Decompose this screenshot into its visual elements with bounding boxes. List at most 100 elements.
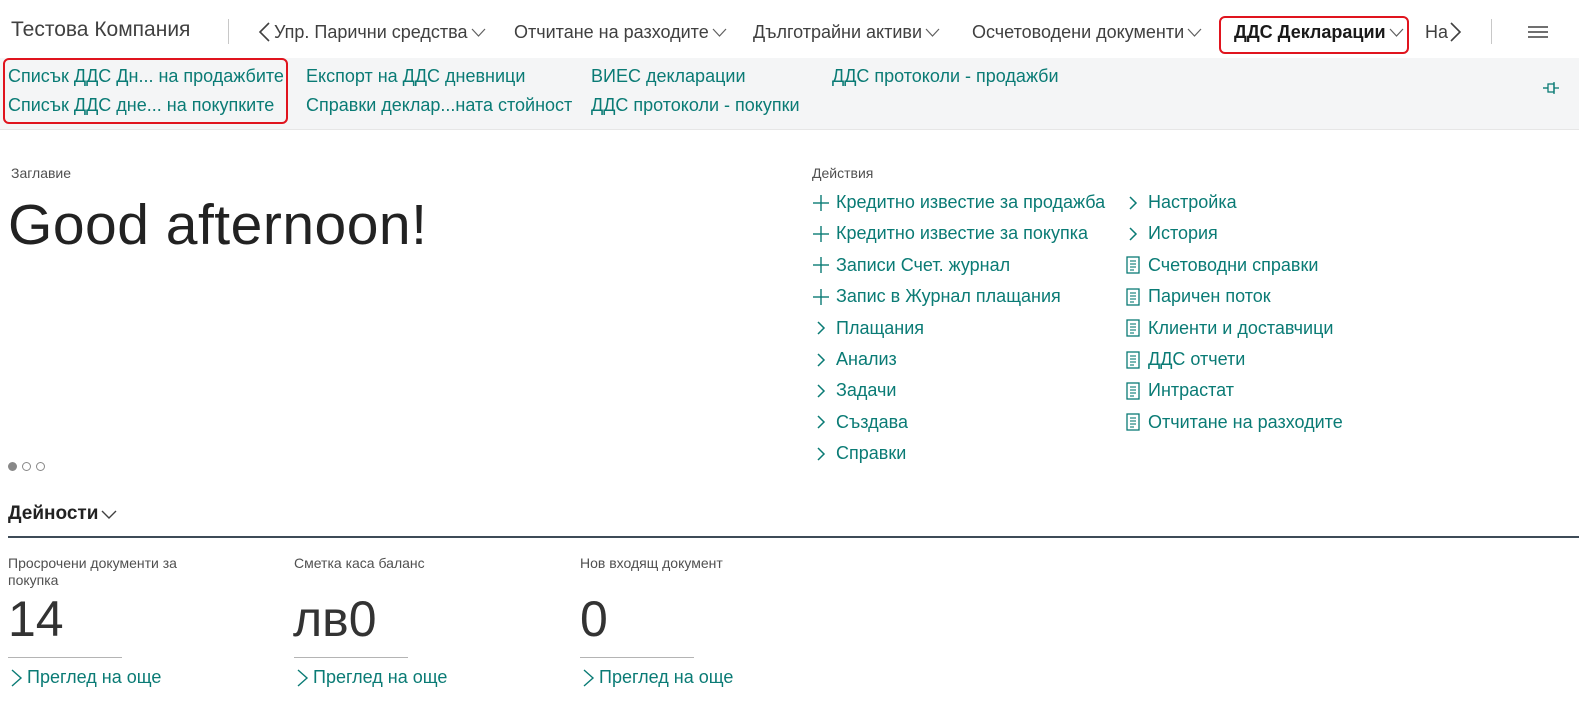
- action-item[interactable]: Записи Счет. журнал: [812, 255, 1010, 276]
- actions-caption: Действия: [812, 165, 874, 181]
- chevron-down-icon: [471, 28, 485, 37]
- company-name[interactable]: Тестова Компания: [11, 18, 190, 42]
- greeting-text: Good afternoon!: [8, 193, 428, 257]
- action-item[interactable]: Задачи: [812, 380, 896, 401]
- cue-value[interactable]: лв0: [293, 590, 377, 648]
- action-item[interactable]: ДДС отчети: [1124, 349, 1245, 370]
- chevron-right-icon: [817, 447, 826, 461]
- action-item[interactable]: Създава: [812, 412, 908, 433]
- action-label: Интрастат: [1148, 380, 1235, 401]
- link-vat-protocols-sales[interactable]: ДДС протоколи - продажби: [832, 66, 1059, 87]
- link-declaration-reports[interactable]: Справки деклар...ната стойност: [306, 95, 572, 116]
- action-item[interactable]: Кредитно известие за покупка: [812, 223, 1088, 244]
- top-navigation-bar: Тестова Компания Упр. Парични средства О…: [0, 0, 1579, 58]
- cue-divider: [8, 657, 122, 658]
- nav-divider: [228, 19, 229, 44]
- action-label: Паричен поток: [1148, 286, 1271, 307]
- cue-divider: [294, 657, 408, 658]
- cue-value[interactable]: 14: [8, 590, 64, 648]
- action-label: Справки: [836, 443, 907, 464]
- chevron-down-icon: [925, 28, 940, 37]
- action-item[interactable]: Настройка: [1124, 192, 1237, 213]
- chevron-right-icon: [817, 384, 826, 398]
- view-more-label: Преглед на още: [313, 667, 448, 687]
- carousel-dots[interactable]: [8, 462, 45, 471]
- section-divider: [8, 536, 1579, 538]
- report-icon: [1126, 350, 1140, 369]
- chevron-right-icon: [1129, 227, 1138, 241]
- nav-item-cash-management[interactable]: Упр. Парични средства: [274, 22, 486, 43]
- action-item[interactable]: Паричен поток: [1124, 286, 1271, 307]
- chevron-down-icon: [101, 510, 117, 519]
- action-label: Плащания: [836, 317, 925, 338]
- carousel-dot[interactable]: [22, 462, 31, 471]
- chevron-right-icon[interactable]: [1446, 21, 1464, 43]
- cue-value[interactable]: 0: [580, 590, 608, 648]
- action-item[interactable]: Запис в Журнал плащания: [812, 286, 1061, 307]
- action-item[interactable]: Отчитане на разходите: [1124, 412, 1343, 433]
- action-label: История: [1148, 223, 1218, 244]
- chevron-left-icon[interactable]: [256, 21, 274, 43]
- nav-item-label: Отчитане на разходите: [514, 22, 709, 42]
- action-item[interactable]: Анализ: [812, 349, 897, 370]
- cue-label: Сметка каса баланс: [294, 555, 425, 571]
- nav-item-fixed-assets[interactable]: Дълготрайни активи: [753, 22, 940, 43]
- plus-icon: [813, 194, 829, 211]
- action-label: Записи Счет. журнал: [836, 254, 1011, 275]
- action-item[interactable]: История: [1124, 223, 1218, 244]
- pin-icon[interactable]: [1542, 80, 1560, 96]
- report-icon: [1126, 413, 1140, 431]
- highlight-box: [3, 58, 288, 124]
- action-item[interactable]: Счетоводни справки: [1124, 255, 1318, 276]
- action-label: Запис в Журнал плащания: [836, 286, 1061, 307]
- link-vies-declarations[interactable]: ВИЕС декларации: [591, 66, 746, 87]
- nav-item-label: Дълготрайни активи: [753, 22, 923, 42]
- action-label: Счетоводни справки: [1148, 254, 1319, 275]
- chevron-right-icon: [583, 668, 595, 687]
- activities-title: Дейности: [8, 503, 99, 524]
- carousel-dot[interactable]: [8, 462, 17, 471]
- plus-icon: [813, 288, 829, 305]
- action-item[interactable]: Плащания: [812, 318, 924, 339]
- nav-item-label: На: [1425, 22, 1449, 42]
- chevron-right-icon: [817, 321, 826, 335]
- link-vat-journal-export[interactable]: Експорт на ДДС дневници: [306, 66, 525, 87]
- action-label: Кредитно известие за продажба: [836, 192, 1106, 212]
- action-item[interactable]: Кредитно известие за продажба: [812, 192, 1105, 213]
- view-more-label: Преглед на още: [599, 667, 734, 687]
- action-label: Задачи: [836, 380, 897, 401]
- view-more-label: Преглед на още: [27, 667, 162, 687]
- highlight-box: [1219, 16, 1409, 54]
- action-item[interactable]: Интрастат: [1124, 380, 1234, 401]
- nav-item-expense-reporting[interactable]: Отчитане на разходите: [514, 22, 727, 43]
- chevron-down-icon: [1187, 28, 1202, 37]
- report-icon: [1126, 382, 1140, 400]
- chevron-right-icon: [1129, 195, 1138, 210]
- report-icon: [1126, 319, 1140, 337]
- action-label: Настройка: [1148, 192, 1237, 212]
- link-vat-protocols-purchases[interactable]: ДДС протоколи - покупки: [591, 95, 800, 116]
- activities-header[interactable]: Дейности: [8, 503, 117, 525]
- action-item[interactable]: Справки: [812, 443, 906, 464]
- action-label: Създава: [836, 411, 908, 432]
- cue-label: Просрочени документи за покупка: [8, 555, 177, 588]
- nav-item-posted-documents[interactable]: Осчетоводени документи: [972, 22, 1202, 43]
- hamburger-icon[interactable]: [1528, 25, 1548, 39]
- cue-divider: [580, 657, 694, 658]
- carousel-dot[interactable]: [36, 462, 45, 471]
- nav-divider: [1491, 19, 1492, 44]
- nav-item-label: Упр. Парични средства: [274, 22, 468, 42]
- chevron-right-icon: [11, 668, 23, 687]
- action-item[interactable]: Клиенти и доставчици: [1124, 318, 1333, 339]
- view-more-link[interactable]: Преглед на още: [8, 667, 161, 688]
- view-more-link[interactable]: Преглед на още: [580, 667, 733, 688]
- chevron-right-icon: [297, 668, 309, 687]
- nav-item-more[interactable]: На: [1425, 22, 1448, 43]
- chevron-right-icon: [817, 415, 826, 429]
- nav-item-label: Осчетоводени документи: [972, 22, 1185, 42]
- action-label: Клиенти и доставчици: [1148, 317, 1334, 338]
- cue-label: Нов входящ документ: [580, 555, 723, 571]
- chevron-right-icon: [817, 352, 826, 367]
- action-label: Кредитно известие за покупка: [836, 223, 1088, 244]
- view-more-link[interactable]: Преглед на още: [294, 667, 447, 688]
